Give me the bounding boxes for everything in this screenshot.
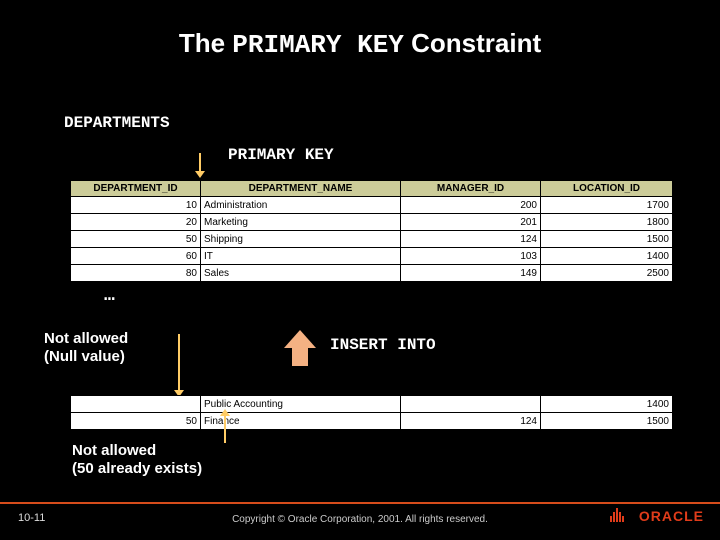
col-manager-id: MANAGER_ID [401, 181, 541, 197]
cell-loc: 1400 [541, 248, 673, 265]
table-row: 60 IT 103 1400 [71, 248, 673, 265]
cell-loc: 1700 [541, 197, 673, 214]
text-line: Not allowed [72, 442, 156, 459]
departments-table: DEPARTMENT_ID DEPARTMENT_NAME MANAGER_ID… [70, 180, 673, 282]
cell-id: 60 [71, 248, 201, 265]
table-row: 80 Sales 149 2500 [71, 265, 673, 282]
text-line: Not allowed [44, 330, 128, 347]
table-row: 20 Marketing 201 1800 [71, 214, 673, 231]
cell-loc: 1800 [541, 214, 673, 231]
cell-mgr: 200 [401, 197, 541, 214]
not-allowed-dup-label: Not allowed (50 already exists) [72, 442, 202, 478]
cell-mgr: 201 [401, 214, 541, 231]
insert-into-label: INSERT INTO [330, 336, 436, 354]
title-prefix: The [179, 28, 232, 58]
oracle-logo-icon [610, 508, 624, 522]
cell-mgr: 124 [401, 231, 541, 248]
not-allowed-null-label: Not allowed (Null value) [44, 330, 128, 366]
cell-id: 50 [71, 413, 201, 430]
ellipsis: … [104, 286, 118, 306]
cell-id [71, 396, 201, 413]
cell-name: Marketing [201, 214, 401, 231]
table-header-row: DEPARTMENT_ID DEPARTMENT_NAME MANAGER_ID… [71, 181, 673, 197]
slide: The PRIMARY KEY Constraint DEPARTMENTS P… [0, 0, 720, 540]
cell-name: Administration [201, 197, 401, 214]
cell-name: Finance [201, 413, 401, 430]
cell-name: Public Accounting [201, 396, 401, 413]
cell-name: IT [201, 248, 401, 265]
cell-loc: 1500 [541, 413, 673, 430]
cell-loc: 1500 [541, 231, 673, 248]
col-department-id: DEPARTMENT_ID [71, 181, 201, 197]
cell-mgr: 103 [401, 248, 541, 265]
cell-loc: 2500 [541, 265, 673, 282]
primary-key-label: PRIMARY KEY [228, 146, 334, 164]
cell-id: 20 [71, 214, 201, 231]
cell-name: Sales [201, 265, 401, 282]
cell-mgr: 149 [401, 265, 541, 282]
col-location-id: LOCATION_ID [541, 181, 673, 197]
cell-id: 10 [71, 197, 201, 214]
col-department-name: DEPARTMENT_NAME [201, 181, 401, 197]
cell-name: Shipping [201, 231, 401, 248]
page-title: The PRIMARY KEY Constraint [0, 28, 720, 60]
insert-table: Public Accounting 1400 50 Finance 124 15… [70, 395, 673, 430]
cell-mgr [401, 396, 541, 413]
footer-strip: 10-11 Copyright © Oracle Corporation, 20… [0, 504, 720, 534]
cell-loc: 1400 [541, 396, 673, 413]
text-line: (50 already exists) [72, 460, 202, 477]
title-suffix: Constraint [404, 28, 541, 58]
footer: 10-11 Copyright © Oracle Corporation, 20… [0, 502, 720, 540]
table-row: 50 Finance 124 1500 [71, 413, 673, 430]
table-row: 50 Shipping 124 1500 [71, 231, 673, 248]
oracle-logo-text: ORACLE [639, 508, 704, 524]
table-row: 10 Administration 200 1700 [71, 197, 673, 214]
table-row: Public Accounting 1400 [71, 396, 673, 413]
cell-id: 50 [71, 231, 201, 248]
table-name-label: DEPARTMENTS [64, 114, 170, 132]
cell-mgr: 124 [401, 413, 541, 430]
text-line: (Null value) [44, 348, 125, 365]
cell-id: 80 [71, 265, 201, 282]
title-mono: PRIMARY KEY [232, 30, 404, 60]
